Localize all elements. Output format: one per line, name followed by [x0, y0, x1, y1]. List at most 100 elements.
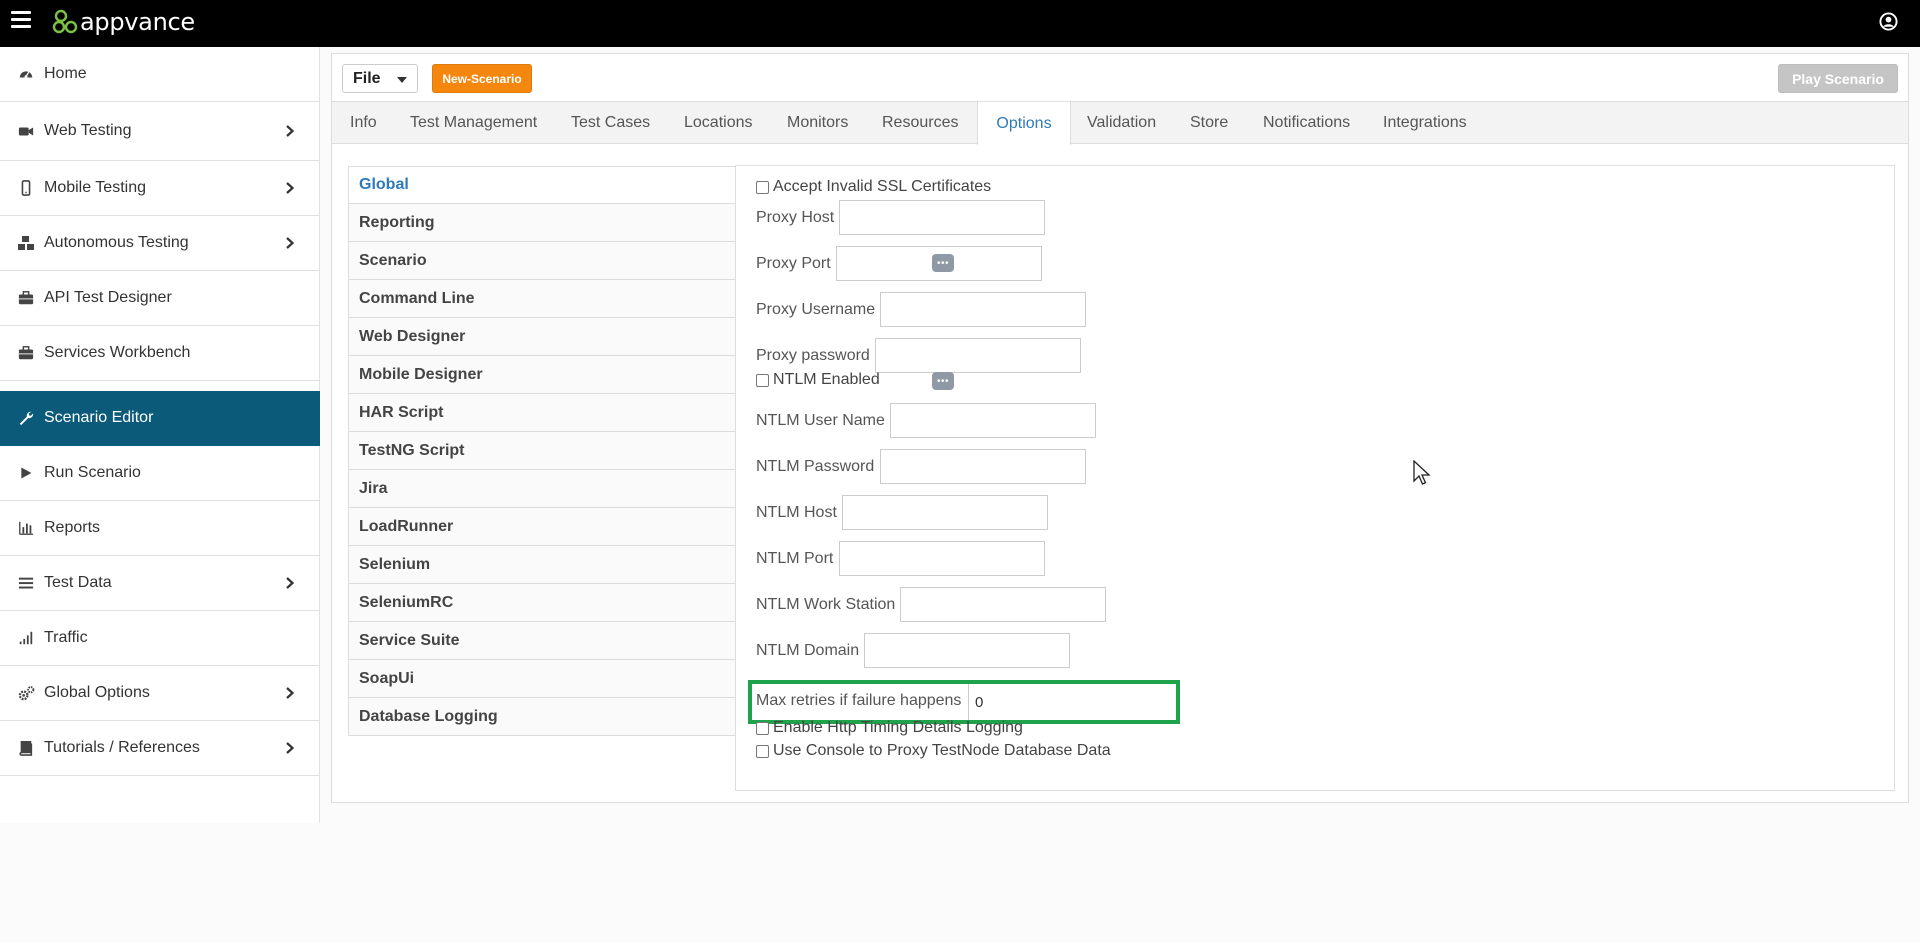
- new-scenario-button[interactable]: New-Scenario: [432, 64, 532, 93]
- option-category-reporting[interactable]: Reporting: [348, 204, 736, 242]
- option-category-scenario[interactable]: Scenario: [348, 242, 736, 280]
- sidebar-item-home[interactable]: Home: [0, 47, 320, 102]
- scenario-tabs: Info Test Management Test Cases Location…: [332, 101, 1908, 145]
- briefcase-icon: [17, 289, 35, 307]
- sidebar-item-global-options[interactable]: Global Options: [0, 666, 320, 721]
- ntlm-user-name-label: NTLM User Name: [756, 412, 885, 429]
- proxy-port-label: Proxy Port: [756, 255, 831, 272]
- ntlm-enabled-row: NTLM Enabled: [756, 371, 880, 389]
- ntlm-work-station-input[interactable]: [900, 587, 1106, 622]
- mobile-phone-icon: [17, 179, 35, 197]
- password-dots-icon[interactable]: •••: [932, 372, 954, 390]
- logo-text: appvance: [80, 8, 195, 36]
- option-category-service-suite[interactable]: Service Suite: [348, 622, 736, 660]
- chevron-right-icon: [283, 741, 297, 755]
- tab-options[interactable]: Options: [977, 102, 1071, 145]
- sidebar-item-web-testing[interactable]: Web Testing: [0, 102, 320, 161]
- sidebar-item-label: Tutorials / References: [44, 739, 200, 756]
- http-timing-logging-checkbox[interactable]: [756, 721, 769, 735]
- option-category-soapui[interactable]: SoapUi: [348, 660, 736, 698]
- proxy-username-input[interactable]: [880, 292, 1086, 327]
- console-proxy-db-checkbox[interactable]: [756, 744, 769, 758]
- sidebar-item-mobile-testing[interactable]: Mobile Testing: [0, 161, 320, 216]
- option-category-testng-script[interactable]: TestNG Script: [348, 432, 736, 470]
- ntlm-domain-label: NTLM Domain: [756, 642, 860, 659]
- sidebar-item-traffic[interactable]: Traffic: [0, 611, 320, 666]
- tab-info[interactable]: Info: [350, 102, 377, 144]
- ntlm-port-input[interactable]: [839, 541, 1045, 576]
- tab-validation[interactable]: Validation: [1087, 102, 1156, 144]
- tab-test-cases[interactable]: Test Cases: [571, 102, 650, 144]
- scenario-toolbar: File New-Scenario Play Scenario: [332, 54, 1908, 101]
- ntlm-domain-input[interactable]: [864, 633, 1070, 668]
- ntlm-password-input[interactable]: [880, 449, 1086, 484]
- cogs-icon: [17, 684, 35, 702]
- sidebar-item-label: Scenario Editor: [44, 409, 154, 426]
- sidebar-item-label: Home: [44, 65, 87, 82]
- option-category-selenium[interactable]: Selenium: [348, 546, 736, 584]
- proxy-username-label: Proxy Username: [756, 301, 876, 318]
- sidebar-item-reports[interactable]: Reports: [0, 501, 320, 556]
- play-scenario-button[interactable]: Play Scenario: [1778, 64, 1898, 93]
- option-category-loadrunner[interactable]: LoadRunner: [348, 508, 736, 546]
- caret-down-icon: [397, 77, 407, 83]
- logo-mark-icon: [52, 9, 78, 34]
- chevron-right-icon: [283, 124, 297, 138]
- tab-integrations[interactable]: Integrations: [1383, 102, 1467, 144]
- accept-invalid-ssl-checkbox[interactable]: [756, 180, 769, 194]
- option-category-mobile-designer[interactable]: Mobile Designer: [348, 356, 736, 394]
- http-timing-logging-label: Enable Http Timing Details Logging: [773, 719, 1023, 736]
- dashboard-icon: [17, 65, 35, 83]
- option-category-command-line[interactable]: Command Line: [348, 280, 736, 318]
- tab-notifications[interactable]: Notifications: [1263, 102, 1350, 144]
- scenario-editor-panel: File New-Scenario Play Scenario Info Tes…: [331, 53, 1909, 803]
- tab-resources[interactable]: Resources: [882, 102, 958, 144]
- option-category-seleniumrc[interactable]: SeleniumRC: [348, 584, 736, 622]
- tab-test-management[interactable]: Test Management: [410, 102, 537, 144]
- ntlm-user-name-input[interactable]: [890, 403, 1096, 438]
- option-category-web-designer[interactable]: Web Designer: [348, 318, 736, 356]
- list-icon: [17, 574, 35, 592]
- ntlm-enabled-checkbox[interactable]: [756, 373, 769, 387]
- max-retries-label: Max retries if failure happens: [756, 692, 962, 709]
- sidebar-item-label: Services Workbench: [44, 344, 191, 361]
- sidebar-item-label: Web Testing: [44, 122, 132, 139]
- file-menu-button[interactable]: File: [342, 64, 418, 93]
- option-category-database-logging[interactable]: Database Logging: [348, 698, 736, 736]
- proxy-password-input[interactable]: [875, 338, 1081, 373]
- password-dots-icon[interactable]: •••: [932, 254, 954, 272]
- hamburger-menu-icon[interactable]: [11, 11, 31, 29]
- user-account-icon[interactable]: [1879, 12, 1898, 31]
- sidebar-item-label: API Test Designer: [44, 289, 172, 306]
- tab-monitors[interactable]: Monitors: [787, 102, 848, 144]
- sidebar-item-test-data[interactable]: Test Data: [0, 556, 320, 611]
- chevron-right-icon: [283, 576, 297, 590]
- proxy-password-label: Proxy password: [756, 347, 870, 364]
- option-category-jira[interactable]: Jira: [348, 470, 736, 508]
- proxy-host-input[interactable]: [839, 200, 1045, 235]
- mouse-cursor-icon: [1413, 460, 1431, 485]
- option-category-global[interactable]: Global: [348, 166, 736, 204]
- http-timing-logging-row: Enable Http Timing Details Logging: [756, 719, 1023, 737]
- app-logo[interactable]: appvance: [52, 8, 195, 36]
- tab-locations[interactable]: Locations: [684, 102, 753, 144]
- sidebar-item-label: Global Options: [44, 684, 150, 701]
- ntlm-host-input[interactable]: [842, 495, 1048, 530]
- sidebar-item-api-test-designer[interactable]: API Test Designer: [0, 271, 320, 326]
- sidebar-item-services-workbench[interactable]: Services Workbench: [0, 326, 320, 381]
- max-retries-input[interactable]: [968, 684, 1174, 720]
- console-proxy-db-row: Use Console to Proxy TestNode Database D…: [756, 742, 1111, 760]
- ntlm-port-label: NTLM Port: [756, 550, 834, 567]
- cubes-icon: [17, 234, 35, 252]
- sidebar-item-run-scenario[interactable]: Run Scenario: [0, 446, 320, 501]
- briefcase-icon: [17, 344, 35, 362]
- option-category-har-script[interactable]: HAR Script: [348, 394, 736, 432]
- sidebar-item-scenario-editor[interactable]: Scenario Editor: [0, 391, 320, 446]
- tab-store[interactable]: Store: [1190, 102, 1228, 144]
- chevron-right-icon: [283, 236, 297, 250]
- sidebar-item-tutorials-references[interactable]: Tutorials / References: [0, 721, 320, 776]
- sidebar-item-autonomous-testing[interactable]: Autonomous Testing: [0, 216, 320, 271]
- chevron-right-icon: [283, 181, 297, 195]
- sidebar-item-label: Test Data: [44, 574, 112, 591]
- console-proxy-db-label: Use Console to Proxy TestNode Database D…: [773, 742, 1111, 759]
